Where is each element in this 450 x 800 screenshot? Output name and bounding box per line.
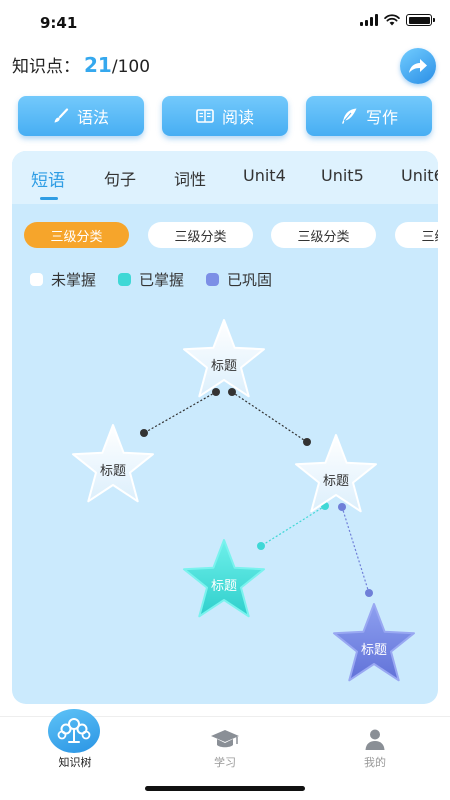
tree-icon xyxy=(48,709,100,753)
category-reading-button[interactable]: 阅读 xyxy=(162,96,288,136)
node-label: 标题 xyxy=(210,579,237,594)
user-icon xyxy=(360,727,390,751)
knowledge-points: 知识点： 21 /100 xyxy=(12,52,150,77)
category-label: 写作 xyxy=(365,108,398,127)
tree-node-mastered[interactable]: 标题 xyxy=(174,531,274,631)
home-indicator xyxy=(145,786,305,791)
tab-mine[interactable]: 我的 xyxy=(300,717,450,800)
node-label: 标题 xyxy=(322,474,349,489)
signal-icon xyxy=(360,14,378,26)
node-label: 标题 xyxy=(210,359,237,374)
points-total: /100 xyxy=(111,57,151,77)
quill-icon xyxy=(341,108,357,124)
tab-knowledge-tree[interactable]: 知识树 xyxy=(0,709,150,800)
node-label: 标题 xyxy=(360,643,387,658)
category-label: 语法 xyxy=(76,108,109,127)
share-button[interactable] xyxy=(400,48,436,84)
tree-node-right[interactable]: 标题 xyxy=(286,426,386,526)
points-label: 知识点： xyxy=(12,57,80,77)
tab-label: 学习 xyxy=(214,756,236,769)
tab-label: 知识树 xyxy=(58,756,92,769)
tab-label: 我的 xyxy=(364,756,386,769)
book-icon xyxy=(196,109,214,123)
points-current: 21 xyxy=(84,53,112,77)
knowledge-tree-panel: 短语 句子 词性 Unit4 Unit5 Unit6 三级分类 三级分类 三级分… xyxy=(12,151,438,704)
tree-node-root[interactable]: 标题 xyxy=(174,311,274,411)
tree-node-left[interactable]: 标题 xyxy=(63,416,163,516)
category-grammar-button[interactable]: 语法 xyxy=(18,96,144,136)
battery-icon xyxy=(406,14,435,26)
node-label: 标题 xyxy=(99,464,126,479)
status-icons xyxy=(360,14,435,26)
category-label: 阅读 xyxy=(221,108,254,127)
share-arrow-icon xyxy=(409,59,427,73)
wifi-icon xyxy=(384,14,400,26)
category-writing-button[interactable]: 写作 xyxy=(306,96,432,136)
brush-icon xyxy=(54,108,69,123)
category-buttons: 语法 阅读 写作 xyxy=(0,96,450,138)
graduation-cap-icon xyxy=(210,727,240,751)
tree-node-consolidated[interactable]: 标题 xyxy=(324,595,424,695)
status-bar: 9:41 xyxy=(0,0,450,44)
status-time: 9:41 xyxy=(40,14,78,32)
